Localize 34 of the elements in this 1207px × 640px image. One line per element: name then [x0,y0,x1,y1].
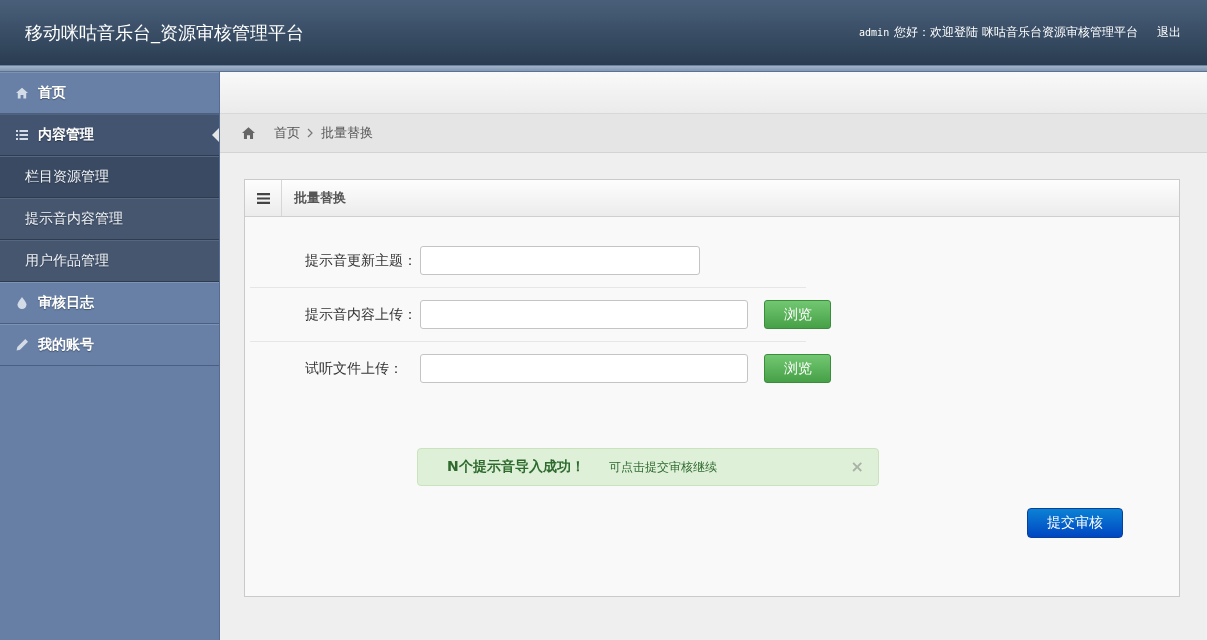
menu-icon [256,192,270,204]
alert-title: N个提示音导入成功！ [447,458,585,476]
sidebar-item-label: 首页 [38,84,66,102]
chevron-right-icon [307,128,313,138]
file-path-field[interactable] [420,300,748,329]
drop-icon [16,297,28,309]
pencil-icon [16,339,28,351]
sidebar-item[interactable]: 首页 [0,72,219,114]
sidebar-item-label: 我的账号 [38,336,94,354]
user-name: admin [859,27,890,38]
field-label: 试听文件上传： [305,359,404,378]
logout-link[interactable]: 退出 [1157,24,1181,41]
field-label: 提示音内容上传： [305,305,418,324]
panel-title: 批量替换 [293,189,346,207]
sidebar-item[interactable]: 内容管理 [0,114,219,156]
sidebar-item[interactable]: 我的账号 [0,324,219,366]
sidebar-item-label: 内容管理 [38,126,94,144]
text-field[interactable] [420,246,700,275]
breadcrumb-current: 批量替换 [321,124,373,142]
home-icon [242,127,255,139]
submit-button[interactable]: 提交审核 [1027,508,1123,538]
sidebar-subitem[interactable]: 栏目资源管理 [0,156,219,198]
field-label: 提示音更新主题： [305,251,418,270]
list-icon [16,129,28,141]
sidebar-subitem[interactable]: 用户作品管理 [0,240,219,282]
home-icon [16,87,28,99]
breadcrumb-link[interactable]: 首页 [274,124,300,142]
welcome-text: 您好：欢迎登陆 咪咕音乐台资源审核管理平台 [894,24,1138,41]
sidebar-subitem[interactable]: 提示音内容管理 [0,198,219,240]
alert-message: 可点击提交审核继续 [608,458,717,476]
sidebar-item[interactable]: 审核日志 [0,282,219,324]
sidebar-item-label: 审核日志 [38,294,94,312]
file-path-field[interactable] [420,354,748,383]
site-title: 移动咪咕音乐台_资源审核管理平台 [25,20,304,45]
